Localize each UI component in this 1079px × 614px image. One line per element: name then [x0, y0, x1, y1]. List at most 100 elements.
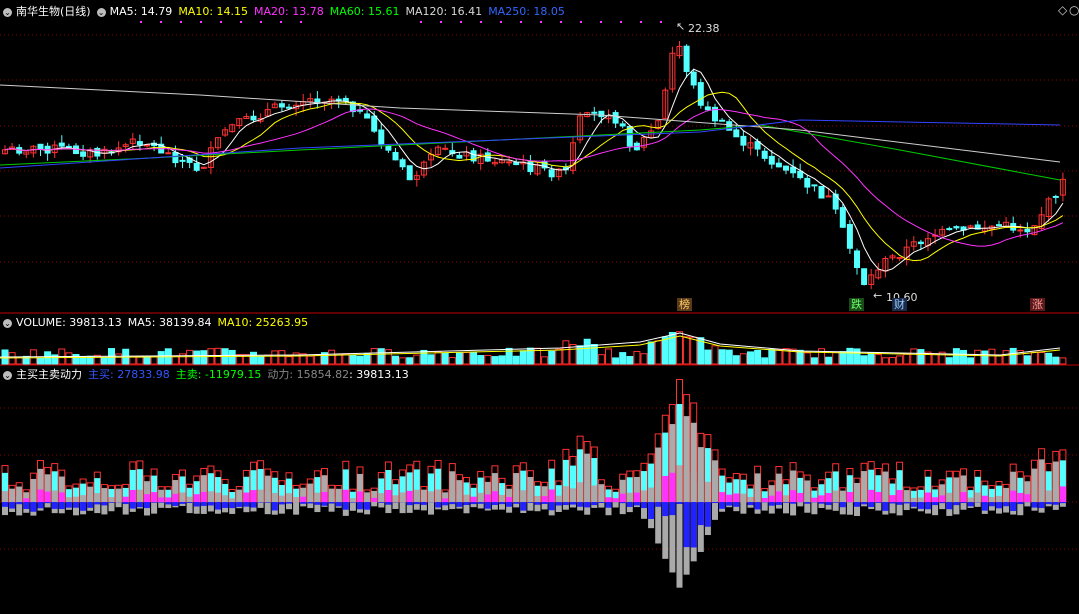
indicator-buy-bar — [868, 489, 875, 502]
volume-bar — [448, 357, 456, 365]
indicator-buy-bar — [222, 495, 229, 502]
indicator-down-bar — [158, 502, 165, 508]
indicator-sell-bar — [264, 502, 271, 503]
indicator-buy-bar — [704, 481, 711, 502]
volume-bar — [881, 357, 889, 365]
indicator-sell-bar — [704, 502, 711, 527]
indicator-sell-bar — [669, 502, 676, 516]
volume-bar — [157, 351, 165, 365]
marker-dot — [260, 21, 262, 23]
marker-bang[interactable]: 榜 — [677, 298, 692, 311]
indicator-buy-bar — [37, 489, 44, 502]
indicator-buy-bar — [797, 492, 804, 502]
stock-title: 南华生物(日线) — [16, 5, 91, 18]
candle-body — [286, 106, 292, 109]
volume-bar — [100, 357, 108, 365]
indicator-buy-bar — [428, 491, 434, 502]
candle-body — [442, 147, 449, 150]
indicator-sell-bar — [1059, 502, 1066, 504]
indicator-sell-bar — [946, 502, 953, 510]
indicator-buy-bar — [229, 498, 236, 502]
volume-bar — [612, 357, 620, 365]
volume-bar — [860, 355, 868, 365]
indicator-buy-bar — [854, 494, 860, 502]
marker-dot — [460, 21, 462, 23]
indicator-down-bar — [811, 502, 818, 515]
volume-bar — [761, 357, 769, 365]
ma250-label: MA250: 18.05 — [488, 5, 565, 18]
diamond-icon[interactable]: ◇ — [1058, 3, 1067, 17]
indicator-sell-bar — [335, 502, 342, 507]
collapse-icon[interactable]: ⌄ — [3, 371, 12, 380]
volume-bar — [768, 348, 776, 365]
indicator-buy-bar — [122, 496, 129, 502]
indicator-sell-bar — [690, 502, 697, 548]
marker-zhang[interactable]: 涨 — [1030, 298, 1045, 311]
ma20-label: MA20: 13.78 — [254, 5, 324, 18]
indicator-buy-bar — [151, 492, 158, 502]
indicator-sell-bar — [747, 502, 754, 506]
indicator-sell-bar — [548, 502, 555, 511]
indicator-down-bar — [761, 502, 768, 511]
volume-bar — [562, 340, 570, 365]
indicator-sell-bar — [80, 502, 87, 511]
indicator-sell-bar — [910, 502, 917, 507]
collapse-icon[interactable]: ⌄ — [3, 8, 12, 17]
indicator-sell-bar — [58, 502, 65, 510]
indicator-buy-bar — [463, 494, 470, 502]
candle-body — [172, 151, 179, 164]
volume-header: ⌄ VOLUME: 39813.13 MA5: 38139.84 MA10: 2526… — [3, 314, 314, 331]
indicator-buy-bar — [300, 496, 307, 502]
indicator-down-bar — [740, 502, 747, 514]
indicator-sell-bar — [271, 502, 278, 511]
indicator-down-bar — [974, 502, 981, 507]
volume-bar — [896, 355, 904, 365]
indicator-sell-bar — [768, 502, 775, 506]
indicator-down-bar — [151, 502, 158, 514]
collapse-icon[interactable]: ⌄ — [3, 319, 12, 328]
indicator-sell-bar — [967, 502, 974, 507]
indicator-down-bar — [655, 502, 662, 544]
collapse-icon[interactable]: ⌄ — [96, 8, 106, 17]
volume-bar — [477, 355, 485, 365]
indicator-buy-bar — [761, 497, 768, 502]
volume-bar — [129, 356, 137, 365]
indicator-sell-bar — [65, 502, 72, 508]
indicator-sell-bar — [754, 502, 761, 510]
volume-bar — [463, 352, 470, 365]
volume-bar — [470, 352, 478, 365]
marker-die[interactable]: 跌 — [849, 298, 864, 311]
indicator-sell-bar — [861, 502, 868, 505]
volume-bar — [228, 349, 236, 365]
indicator-buy-bar — [94, 493, 101, 502]
indicator-sell-bar — [875, 502, 882, 503]
volume-bar — [775, 349, 783, 365]
volume-bar — [541, 356, 549, 365]
volume-bar — [960, 349, 967, 365]
indicator-buy-bar — [165, 497, 172, 502]
marker-cai[interactable]: 财 — [892, 298, 907, 311]
indicator-buy-bar — [520, 490, 527, 502]
indicator-buy-bar — [676, 465, 683, 502]
indicator-buy-bar — [16, 496, 23, 502]
stock-chart[interactable] — [0, 0, 1079, 614]
indicator-buy-bar — [513, 491, 520, 502]
volume-bar — [803, 352, 811, 365]
volume-bar — [810, 357, 818, 365]
indicator-down-bar — [349, 502, 356, 511]
indicator-buy-bar — [768, 495, 775, 502]
marker-dot — [520, 21, 522, 23]
candle-body — [861, 268, 868, 285]
indicator-sell-bar — [591, 502, 598, 506]
indicator-sell-bar — [726, 502, 733, 506]
marker-dot — [160, 21, 162, 23]
volume-bar — [725, 349, 733, 365]
volume-bar — [931, 353, 939, 365]
candle-body — [513, 162, 520, 166]
volume-bar — [647, 341, 655, 365]
indicator-sell-bar — [925, 502, 931, 510]
circle-icon[interactable]: ○ — [1069, 3, 1079, 17]
ma10-line — [4, 91, 1064, 262]
candle-body — [946, 228, 953, 231]
indicator-buy-bar — [889, 495, 896, 502]
